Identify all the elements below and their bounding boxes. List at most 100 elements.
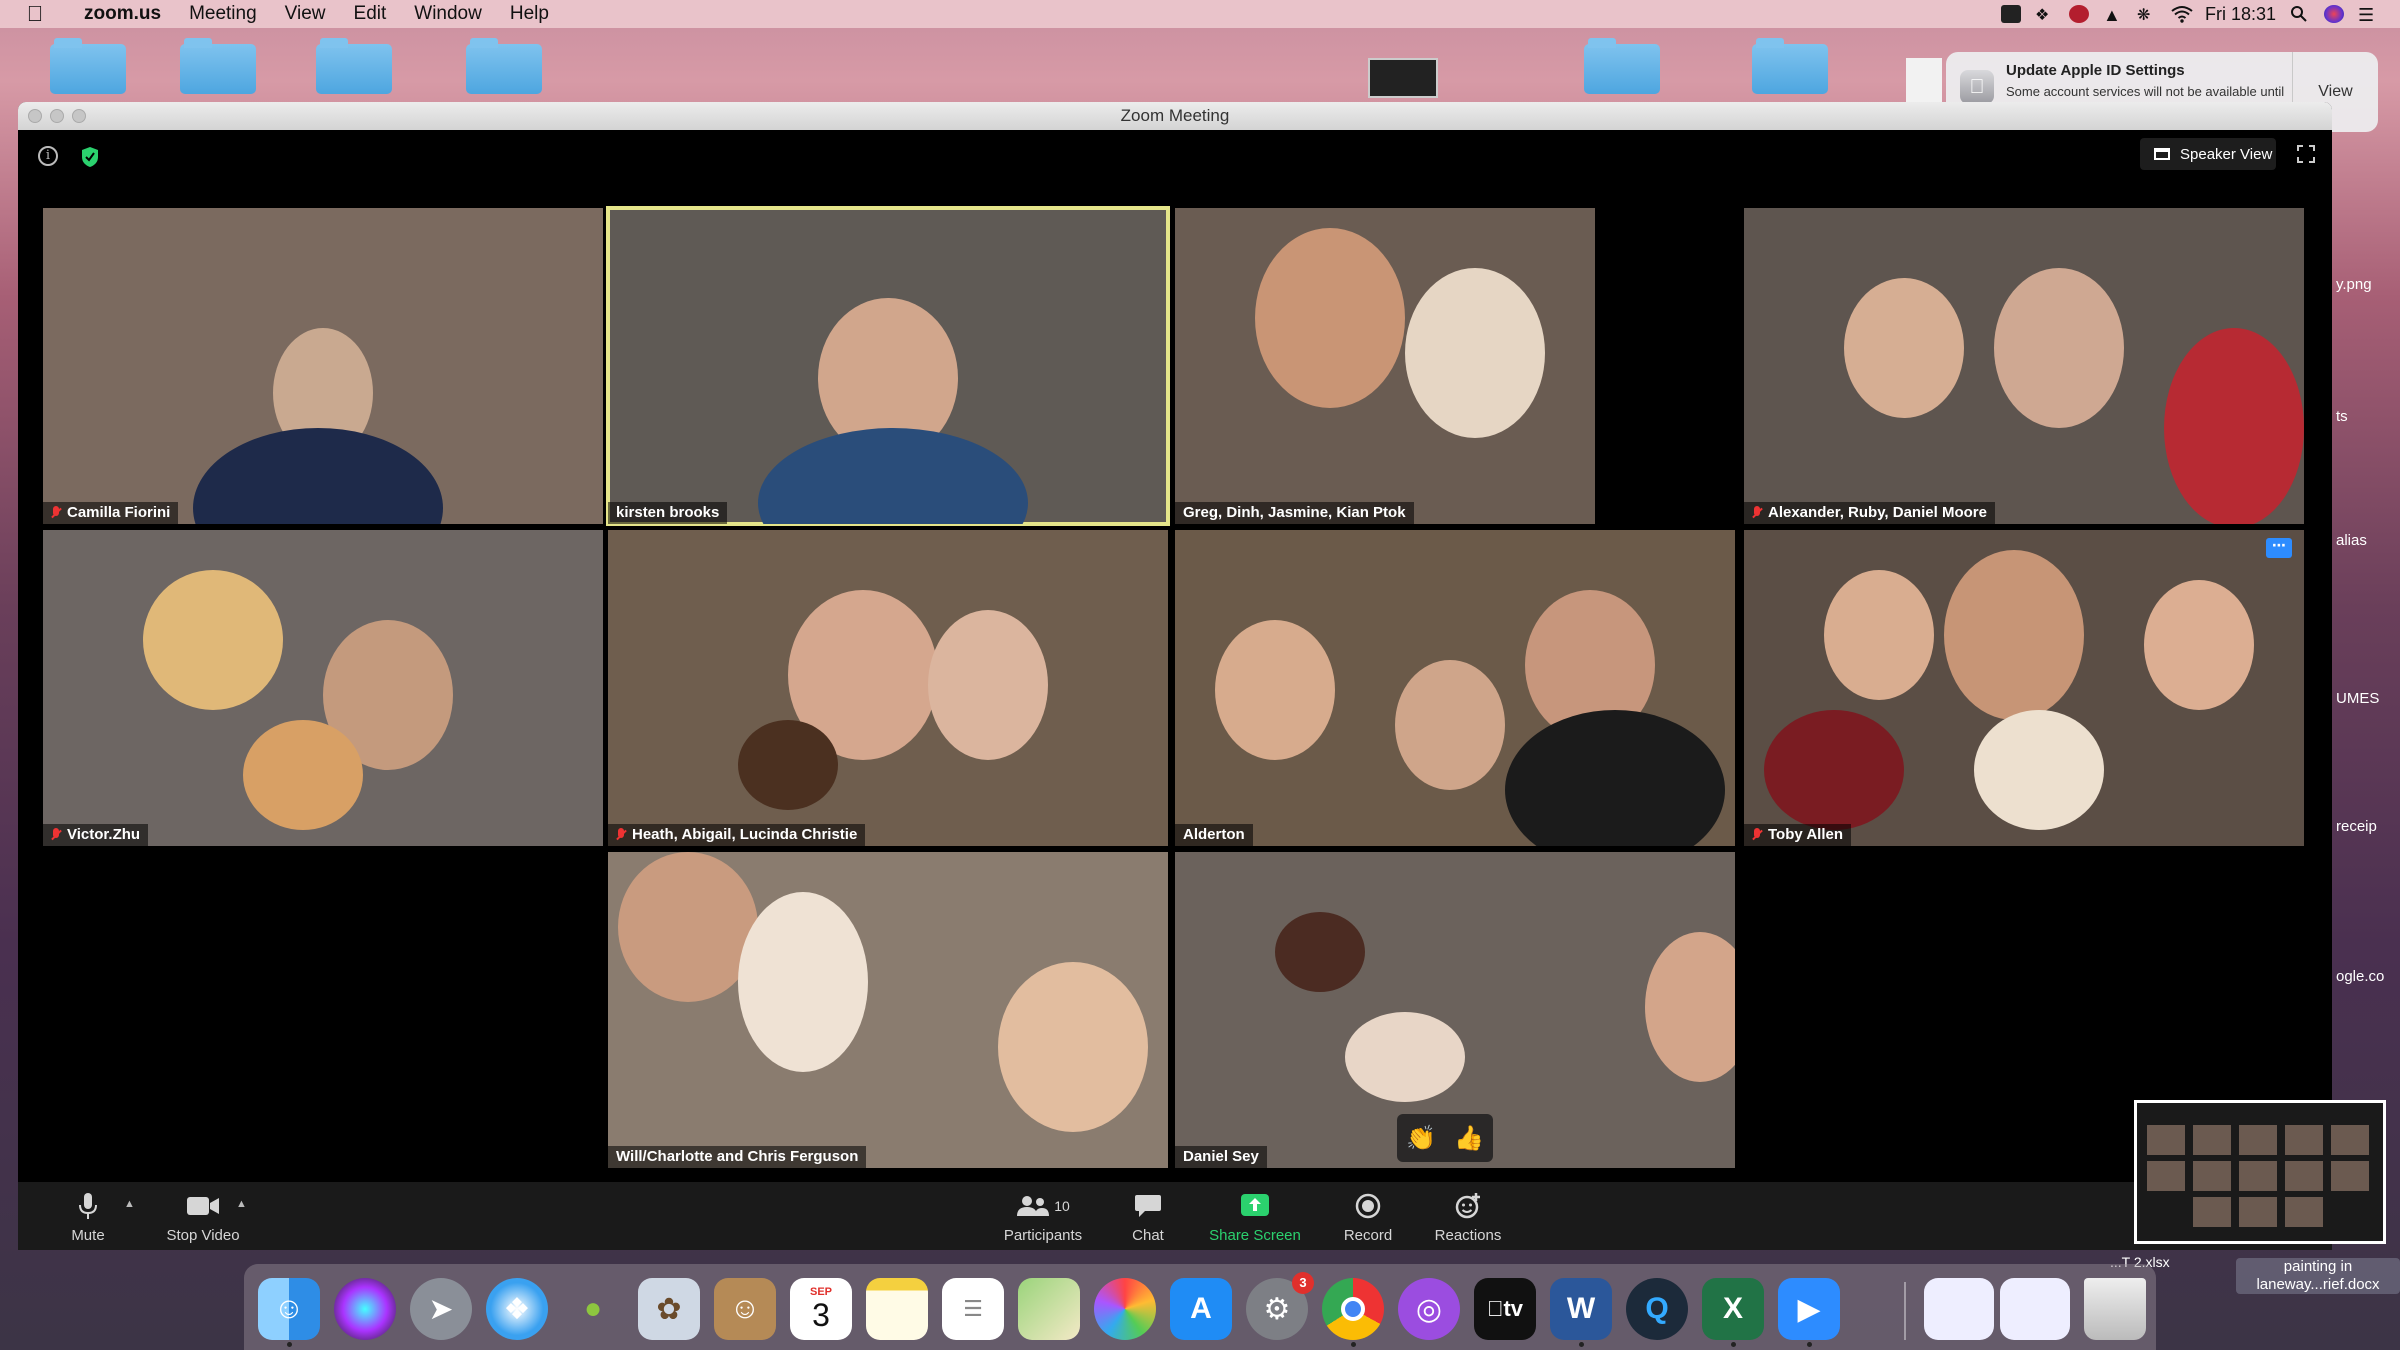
menu-help[interactable]: Help	[496, 3, 563, 25]
desktop-folder-icon[interactable]	[50, 38, 126, 94]
siri-app-icon[interactable]	[334, 1278, 396, 1340]
share-screen-icon	[1241, 1194, 1269, 1216]
desktop-folder-icon[interactable]	[1584, 38, 1660, 94]
muted-mic-icon	[1752, 827, 1762, 842]
participants-count: 10	[1054, 1198, 1070, 1214]
photos-icon[interactable]	[1094, 1278, 1156, 1340]
docx-label-line1: painting in	[2283, 1258, 2353, 1275]
reactions-button[interactable]: Reactions	[1418, 1182, 1518, 1250]
desktop-folder-icon[interactable]	[466, 38, 542, 94]
notification-center-icon[interactable]: ☰	[2358, 5, 2378, 25]
app-store-icon[interactable]: A	[1170, 1278, 1232, 1340]
record-button[interactable]: Record	[1328, 1182, 1408, 1250]
apple-menu-icon[interactable]: 	[0, 1, 70, 27]
menu-meeting[interactable]: Meeting	[175, 3, 271, 25]
menu-edit[interactable]: Edit	[340, 3, 401, 25]
meeting-info-icon[interactable]: i	[38, 146, 58, 166]
meeting-thumbnail-preview[interactable]	[2134, 1100, 2386, 1244]
mute-label: Mute	[71, 1227, 105, 1244]
video-tile[interactable]: Victor.Zhu	[43, 530, 603, 846]
podcasts-icon[interactable]: ◎	[1398, 1278, 1460, 1340]
zoom-status-icon[interactable]	[2000, 5, 2021, 23]
muted-mic-icon	[1752, 505, 1762, 520]
microsoft-excel-icon[interactable]: X	[1702, 1278, 1764, 1340]
audio-options-chevron-icon[interactable]: ▲	[124, 1198, 135, 1210]
video-tile[interactable]: 👏 👍 Daniel Sey	[1175, 852, 1735, 1168]
video-tile[interactable]: Alexander, Ruby, Daniel Moore	[1744, 208, 2304, 524]
network-icon[interactable]: ❋	[2137, 5, 2157, 24]
close-window-button[interactable]	[28, 109, 42, 123]
warning-icon[interactable]: ▲	[2103, 5, 2123, 25]
menu-view[interactable]: View	[271, 3, 340, 25]
desktop-screenshot-icon[interactable]	[1368, 58, 1438, 98]
menu-window[interactable]: Window	[400, 3, 496, 25]
system-preferences-icon[interactable]: ⚙ 3	[1246, 1272, 1314, 1340]
desktop-label: UMES	[2336, 690, 2380, 707]
window-title: Zoom Meeting	[1120, 106, 1230, 125]
chrome-icon[interactable]	[1322, 1278, 1384, 1340]
chat-label: Chat	[1132, 1227, 1164, 1244]
notes-icon[interactable]	[866, 1278, 928, 1340]
dropbox-icon[interactable]: ❖	[2035, 5, 2055, 24]
video-options-chevron-icon[interactable]: ▲	[236, 1198, 247, 1210]
zoom-icon[interactable]: ▶	[1778, 1278, 1840, 1340]
share-screen-button[interactable]: Share Screen	[1190, 1182, 1320, 1250]
record-status-icon[interactable]	[2068, 5, 2089, 23]
speaker-view-button[interactable]: Speaker View	[2140, 138, 2276, 170]
maps-icon[interactable]	[1018, 1278, 1080, 1340]
menu-app-name[interactable]: zoom.us	[70, 3, 175, 25]
desktop-folder-icon[interactable]	[180, 38, 256, 94]
contacts-icon[interactable]: ☺	[714, 1278, 776, 1340]
speaker-view-label: Speaker View	[2180, 145, 2273, 163]
android-studio-icon[interactable]: ●	[562, 1278, 624, 1340]
video-tile[interactable]: ⋯ Toby Allen	[1744, 530, 2304, 846]
desktop-folder-icon[interactable]	[1752, 38, 1828, 94]
video-tile-active-speaker[interactable]: kirsten brooks	[606, 206, 1170, 526]
zoom-window-button[interactable]	[72, 109, 86, 123]
trash-icon[interactable]	[2084, 1278, 2146, 1340]
calendar-icon[interactable]: SEP 3	[790, 1278, 852, 1340]
minimize-window-button[interactable]	[50, 109, 64, 123]
desktop-label: ogle.co	[2336, 968, 2385, 985]
video-tile[interactable]: Alderton	[1175, 530, 1735, 846]
recent-document-icon[interactable]	[1924, 1278, 1994, 1340]
launchpad-icon[interactable]: ➤	[410, 1278, 472, 1340]
chat-button[interactable]: Chat	[1118, 1182, 1178, 1250]
recent-document-icon[interactable]	[2000, 1278, 2070, 1340]
encryption-shield-icon[interactable]	[80, 146, 100, 168]
muted-mic-icon	[51, 505, 61, 520]
video-tile[interactable]: Heath, Abigail, Lucinda Christie	[608, 530, 1168, 846]
menu-clock[interactable]: Fri 18:31	[2205, 4, 2276, 25]
participant-name-label: kirsten brooks	[608, 502, 728, 524]
participant-name: Alexander, Ruby, Daniel Moore	[1768, 504, 1987, 521]
desktop-folder-icon[interactable]	[316, 38, 392, 94]
speaker-view-icon	[2154, 148, 2170, 160]
video-tile[interactable]: Camilla Fiorini	[43, 208, 603, 524]
reminders-icon[interactable]: ☰	[942, 1278, 1004, 1340]
participant-name-label: Heath, Abigail, Lucinda Christie	[608, 824, 866, 846]
siri-icon[interactable]	[2324, 5, 2344, 23]
wifi-icon[interactable]	[2171, 5, 2193, 23]
desktop-document-icon[interactable]	[1906, 58, 1942, 104]
spotlight-search-icon[interactable]	[2290, 5, 2310, 23]
desktop-label: receip	[2336, 818, 2377, 835]
video-camera-icon	[187, 1197, 219, 1215]
participant-name: Greg, Dinh, Jasmine, Kian Ptok	[1183, 504, 1406, 521]
video-tile[interactable]: Will/Charlotte and Chris Ferguson	[608, 852, 1168, 1168]
safari-icon[interactable]: ❖	[486, 1278, 548, 1340]
quicktime-icon[interactable]: Q	[1626, 1278, 1688, 1340]
participants-button[interactable]: 10 Participants	[978, 1182, 1108, 1250]
stop-video-button[interactable]: Stop Video	[148, 1182, 258, 1250]
preview-icon[interactable]: ✿	[638, 1278, 700, 1340]
video-tile[interactable]: Greg, Dinh, Jasmine, Kian Ptok	[1175, 208, 1595, 524]
more-options-button[interactable]: ⋯	[2266, 538, 2292, 558]
microsoft-word-icon[interactable]: W	[1550, 1278, 1612, 1340]
apple-tv-icon[interactable]: tv	[1474, 1278, 1536, 1340]
mute-button[interactable]: Mute	[52, 1182, 124, 1250]
desktop-label: y.png	[2336, 276, 2372, 293]
finder-icon[interactable]: ☺	[258, 1278, 320, 1340]
dock: ☺ ➤ ❖ ● ✿ ☺ SEP 3 ☰ A ⚙ 3 ◎ tv W Q X ▶	[244, 1264, 2156, 1350]
chat-bubble-icon	[1135, 1195, 1161, 1217]
fullscreen-icon[interactable]	[2294, 142, 2318, 166]
window-titlebar[interactable]: Zoom Meeting	[18, 102, 2332, 130]
